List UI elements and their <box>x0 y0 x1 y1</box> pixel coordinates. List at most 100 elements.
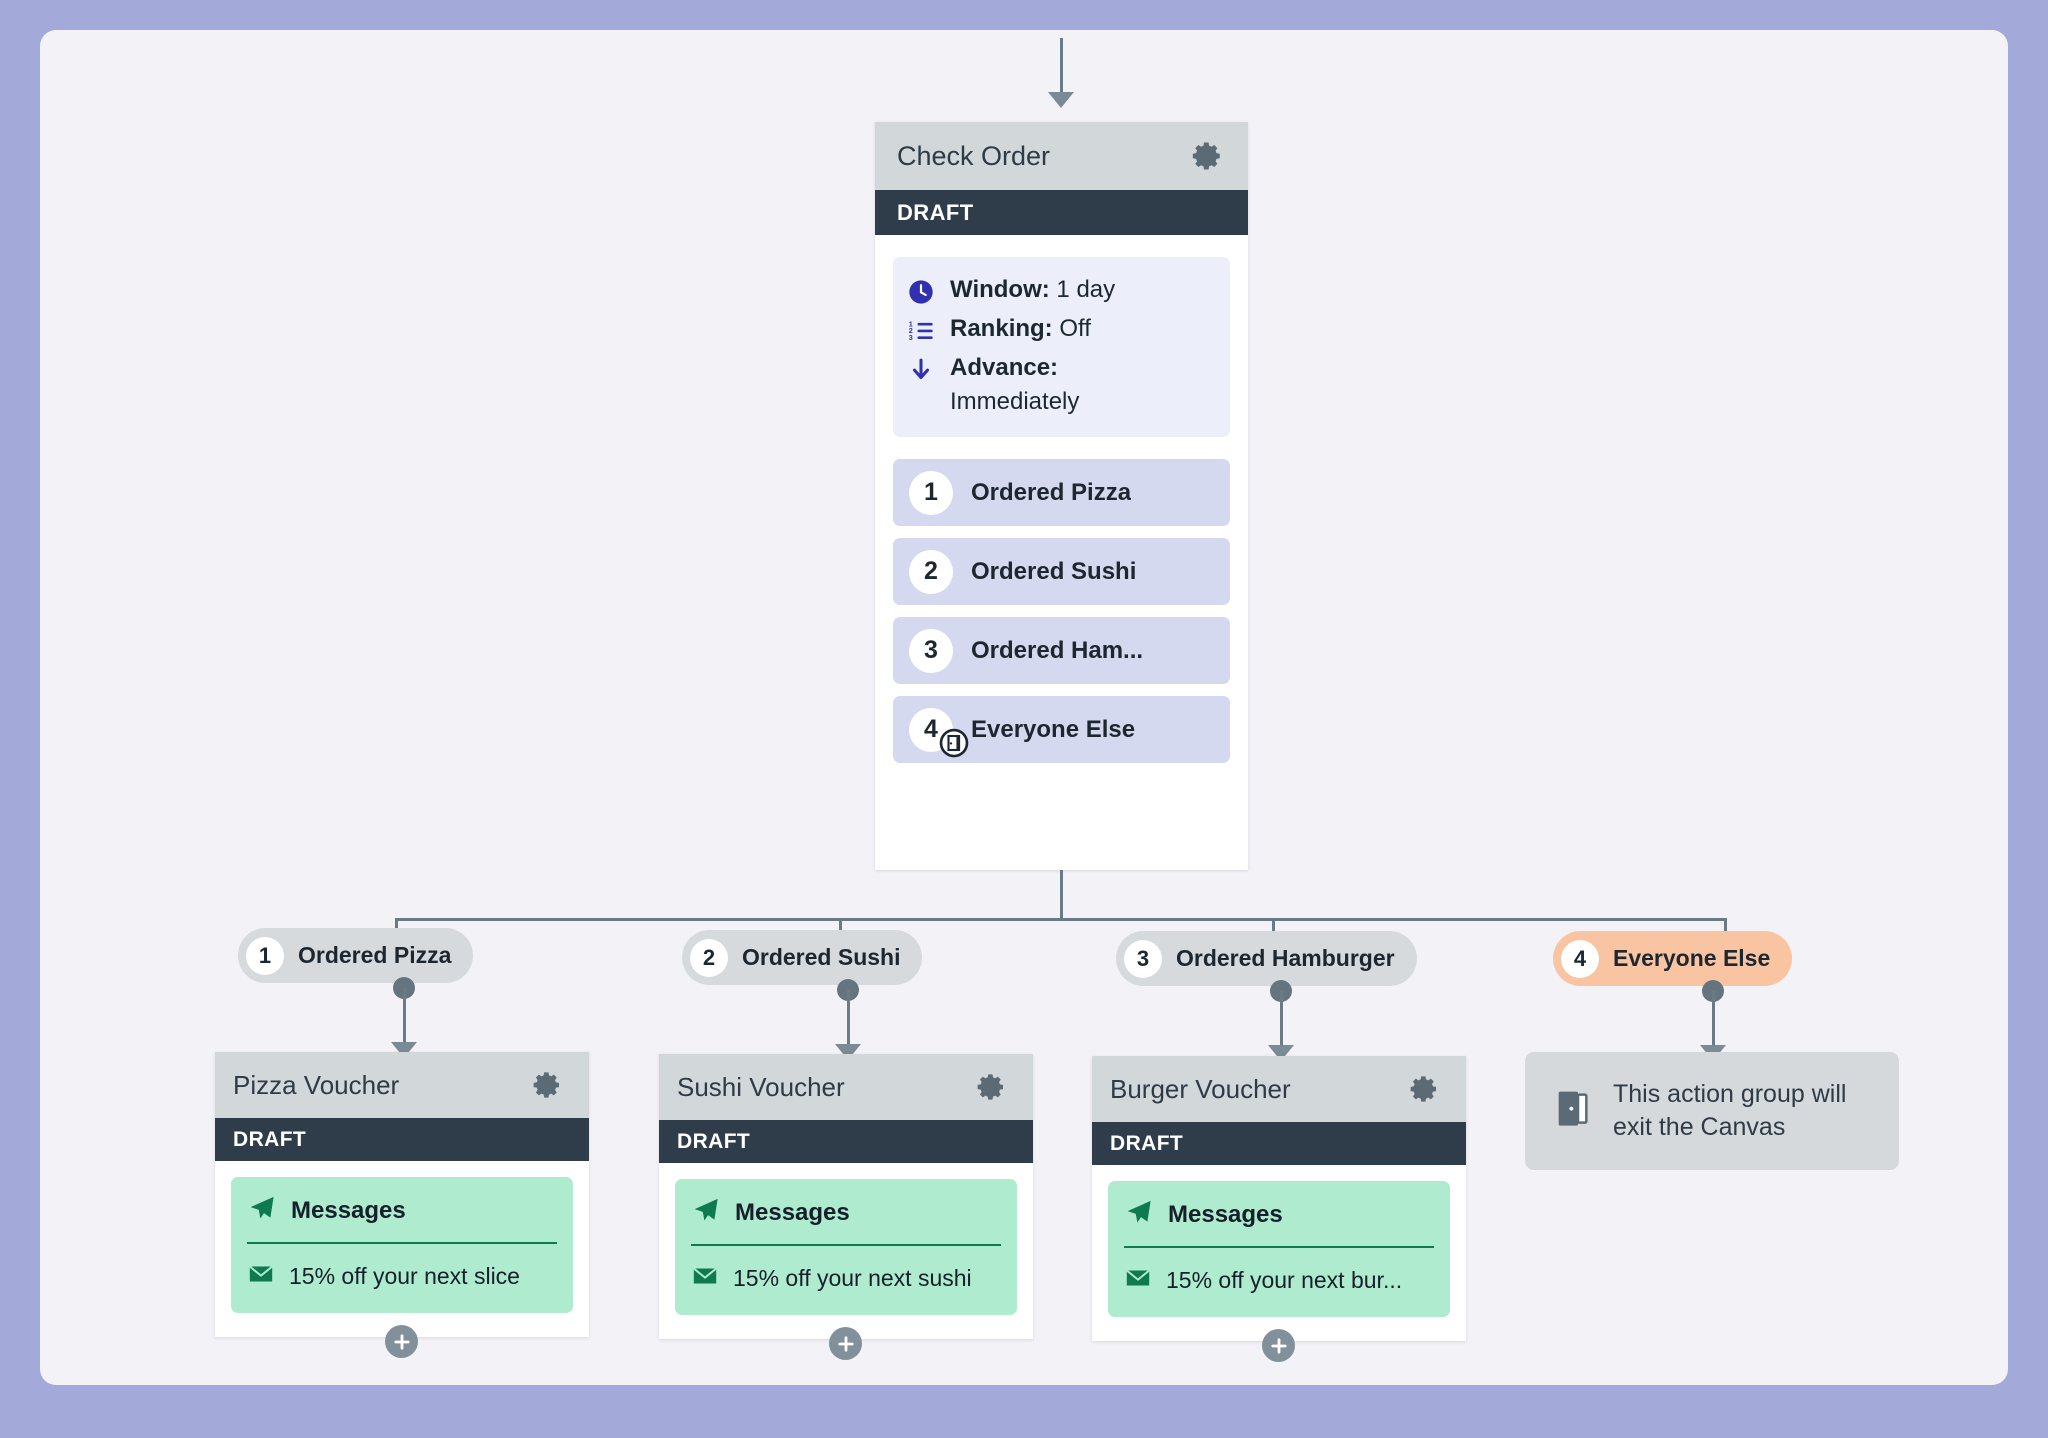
sushi-voucher-header: Sushi Voucher <box>659 1054 1033 1120</box>
messages-block[interactable]: Messages 15% off your next sushi <box>675 1179 1017 1315</box>
message-item[interactable]: 15% off your next sushi <box>691 1246 1001 1295</box>
message-item[interactable]: 15% off your next bur... <box>1124 1248 1434 1297</box>
check-order-status-badge: DRAFT <box>875 190 1248 235</box>
burger-voucher-body: Messages 15% off your next bur... <box>1092 1165 1466 1341</box>
branch-pill-label: Ordered Pizza <box>298 942 452 968</box>
message-item-label: 15% off your next bur... <box>1166 1267 1403 1293</box>
branch-label: Ordered Pizza <box>971 478 1132 506</box>
branch-pill-label: Ordered Sushi <box>742 944 901 970</box>
setting-ranking-label: Ranking: <box>950 315 1053 343</box>
branch-label: Ordered Sushi <box>971 557 1137 585</box>
connector-line-card-3 <box>1280 991 1283 1053</box>
add-step-button[interactable] <box>1262 1329 1295 1362</box>
branch-pill-4[interactable]: 4 Everyone Else <box>1553 931 1793 986</box>
messages-label: Messages <box>291 1196 406 1224</box>
branch-label: Everyone Else <box>971 715 1136 743</box>
branch-label: Ordered Ham... <box>971 636 1144 664</box>
branch-pill-number: 2 <box>690 938 728 977</box>
envelope-icon <box>247 1260 275 1293</box>
messages-block[interactable]: Messages 15% off your next slice <box>231 1177 573 1313</box>
gear-icon[interactable] <box>1408 1073 1440 1105</box>
check-order-title: Check Order <box>897 140 1051 171</box>
branch-pill-2[interactable]: 2 Ordered Sushi <box>682 930 923 985</box>
exit-canvas-note: This action group will exit the Canvas <box>1525 1052 1899 1170</box>
branch-number: 2 <box>909 549 953 594</box>
ranking-list-icon: 1 2 3 <box>907 312 937 345</box>
connector-inbound-line <box>1060 38 1063 100</box>
node-sushi-voucher[interactable]: Sushi Voucher DRAFT Messages 15% off you… <box>659 1054 1033 1360</box>
plus-icon <box>837 1335 854 1352</box>
envelope-icon <box>1124 1264 1152 1297</box>
messages-header: Messages <box>247 1193 557 1244</box>
add-step-button[interactable] <box>385 1325 418 1358</box>
setting-window-label: Window: <box>950 276 1050 303</box>
burger-voucher-status-badge: DRAFT <box>1092 1122 1466 1165</box>
messages-label: Messages <box>1168 1200 1283 1228</box>
setting-ranking: 1 2 3 Ranking: Off <box>907 312 1212 346</box>
gear-icon[interactable] <box>1190 139 1224 173</box>
messages-header: Messages <box>691 1195 1001 1246</box>
setting-window: Window: 1 day <box>907 273 1212 307</box>
branch-number: 1 <box>909 470 953 515</box>
sushi-voucher-body: Messages 15% off your next sushi <box>659 1163 1033 1339</box>
paper-plane-icon <box>1124 1197 1154 1232</box>
paper-plane-icon <box>247 1193 277 1228</box>
svg-text:3: 3 <box>909 333 913 342</box>
plus-icon <box>393 1333 410 1350</box>
paper-plane-icon <box>691 1195 721 1230</box>
message-item-label: 15% off your next sushi <box>733 1265 972 1291</box>
pizza-voucher-status-badge: DRAFT <box>215 1118 589 1161</box>
flow-canvas[interactable]: Check Order DRAFT Window: 1 day 1 2 3 Ra… <box>40 30 2008 1385</box>
check-order-body: Window: 1 day 1 2 3 Ranking: Off Advance… <box>875 235 1248 783</box>
burger-voucher-title: Burger Voucher <box>1110 1073 1291 1104</box>
node-burger-voucher[interactable]: Burger Voucher DRAFT Messages 15% off yo… <box>1092 1056 1466 1362</box>
check-order-header: Check Order <box>875 122 1248 190</box>
branch-item-2[interactable]: 2 Ordered Sushi <box>893 538 1230 606</box>
branch-pill-number: 1 <box>246 936 284 975</box>
node-check-order[interactable]: Check Order DRAFT Window: 1 day 1 2 3 Ra… <box>875 122 1248 870</box>
branch-list: 1 Ordered Pizza 2 Ordered Sushi 3 Ordere… <box>893 459 1230 764</box>
messages-header: Messages <box>1124 1197 1434 1248</box>
connector-inbound-arrow <box>1048 92 1074 108</box>
exit-canvas-text: This action group will exit the Canvas <box>1613 1080 1847 1141</box>
canvas-frame: Check Order DRAFT Window: 1 day 1 2 3 Ra… <box>40 30 2008 1385</box>
message-item-label: 15% off your next slice <box>289 1263 520 1289</box>
connector-bus <box>395 918 1727 921</box>
plus-icon <box>1270 1337 1287 1354</box>
setting-advance-label: Advance: <box>950 354 1059 382</box>
down-arrow-icon <box>907 351 937 384</box>
branch-item-4[interactable]: 4 Everyone Else <box>893 696 1230 764</box>
branch-item-1[interactable]: 1 Ordered Pizza <box>893 459 1230 527</box>
message-item[interactable]: 15% off your next slice <box>247 1244 557 1293</box>
check-order-settings-panel[interactable]: Window: 1 day 1 2 3 Ranking: Off Advance… <box>893 257 1230 438</box>
messages-block[interactable]: Messages 15% off your next bur... <box>1108 1181 1450 1317</box>
branch-pill-3[interactable]: 3 Ordered Hamburger <box>1116 931 1417 986</box>
branch-number: 3 <box>909 628 953 673</box>
messages-label: Messages <box>735 1198 850 1226</box>
branch-pill-number: 3 <box>1124 939 1162 978</box>
envelope-icon <box>691 1262 719 1295</box>
connector-line-card-2 <box>847 990 850 1052</box>
sushi-voucher-title: Sushi Voucher <box>677 1071 845 1102</box>
setting-window-value: 1 day <box>1056 276 1116 303</box>
node-pizza-voucher[interactable]: Pizza Voucher DRAFT Messages 15% off you… <box>215 1052 589 1358</box>
setting-ranking-value: Off <box>1059 315 1091 343</box>
connector-line-card-1 <box>403 988 406 1050</box>
gear-icon[interactable] <box>531 1069 563 1101</box>
pizza-voucher-title: Pizza Voucher <box>233 1069 400 1100</box>
add-step-button[interactable] <box>829 1327 862 1360</box>
setting-advance: Advance: Immediately <box>907 351 1212 419</box>
branch-item-3[interactable]: 3 Ordered Ham... <box>893 617 1230 685</box>
connector-line-exit <box>1712 991 1715 1053</box>
branch-pill-label: Ordered Hamburger <box>1176 945 1395 971</box>
burger-voucher-header: Burger Voucher <box>1092 1056 1466 1122</box>
branch-pill-label: Everyone Else <box>1613 945 1771 971</box>
clock-icon <box>907 273 937 306</box>
exit-door-cursor-icon <box>939 728 969 758</box>
connector-trunk <box>1060 870 1063 920</box>
gear-icon[interactable] <box>975 1071 1007 1103</box>
branch-pill-1[interactable]: 1 Ordered Pizza <box>238 928 474 983</box>
pizza-voucher-body: Messages 15% off your next slice <box>215 1161 589 1337</box>
open-door-icon <box>1553 1087 1593 1136</box>
pizza-voucher-header: Pizza Voucher <box>215 1052 589 1118</box>
